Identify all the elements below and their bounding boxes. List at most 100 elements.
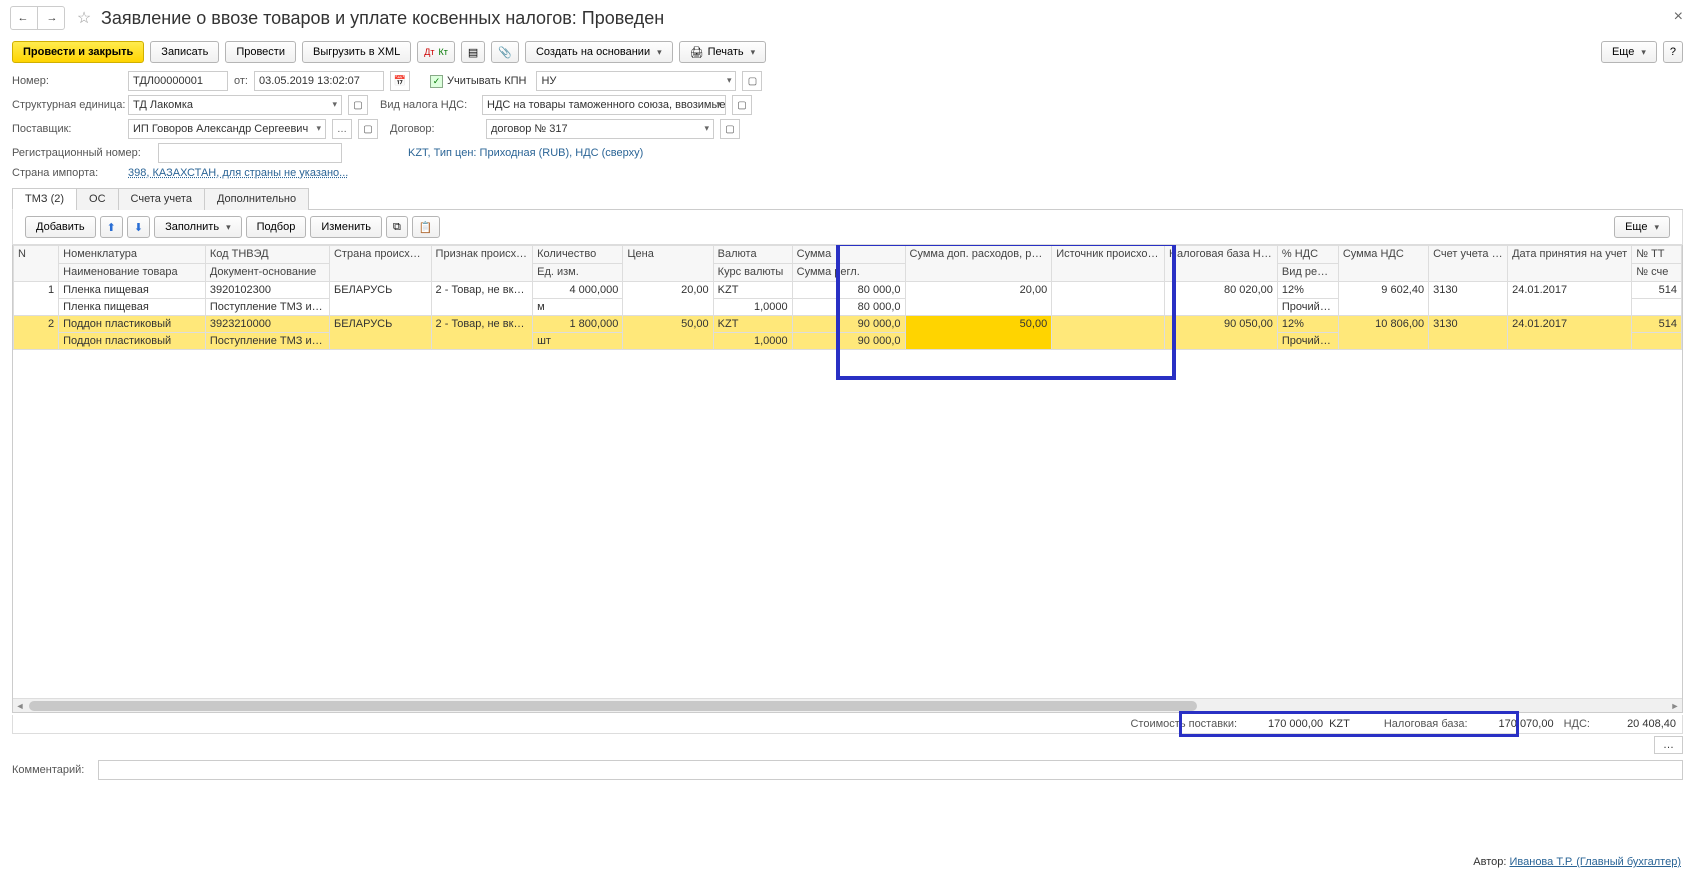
- hdr-nomen[interactable]: Номенклатура: [59, 246, 206, 264]
- org-select[interactable]: ТД Лакомка: [128, 95, 342, 115]
- hdr-rate[interactable]: Курс валюты: [713, 264, 792, 282]
- post-button[interactable]: Провести: [225, 41, 296, 63]
- supplier-open-icon[interactable]: ▢: [358, 119, 378, 139]
- vat-label: НДС:: [1564, 718, 1590, 730]
- hdr-ntt[interactable]: № ТТ: [1632, 246, 1682, 264]
- contract-hint: KZT, Тип цен: Приходная (RUB), НДС (свер…: [408, 147, 643, 159]
- back-button[interactable]: ←: [11, 7, 35, 29]
- nu-select[interactable]: НУ: [536, 71, 736, 91]
- printer-icon: 🖨: [690, 46, 704, 59]
- comment-label: Комментарий:: [12, 764, 92, 776]
- number-input[interactable]: ТДЛ00000001: [128, 71, 228, 91]
- vat-type-select[interactable]: НДС на товары таможенного союза, ввозимы…: [482, 95, 726, 115]
- copy-icon: ⧉: [393, 221, 401, 234]
- table-row[interactable]: 1Пленка пищевая3920102300БЕЛАРУСЬ2 - Тов…: [14, 282, 1682, 299]
- tab-tmz[interactable]: ТМЗ (2): [12, 188, 77, 210]
- edit-button[interactable]: Изменить: [310, 216, 382, 238]
- forward-button[interactable]: →: [40, 7, 64, 29]
- supplier-select[interactable]: ИП Говоров Александр Сергеевич: [128, 119, 326, 139]
- vat-type-label: Вид налога НДС:: [380, 99, 476, 111]
- contract-label: Договор:: [390, 123, 480, 135]
- nav-arrows: ← →: [10, 6, 65, 30]
- contract-select[interactable]: договор № 317: [486, 119, 714, 139]
- vat-type-open-icon[interactable]: ▢: [732, 95, 752, 115]
- table-row[interactable]: 2Поддон пластиковый3923210000БЕЛАРУСЬ2 -…: [14, 316, 1682, 333]
- hdr-base[interactable]: Налоговая база НДС: [1165, 246, 1278, 282]
- move-down-button[interactable]: ⬇: [127, 216, 150, 238]
- hdr-sum[interactable]: Сумма: [792, 246, 905, 264]
- help-button[interactable]: ?: [1663, 41, 1683, 63]
- org-label: Структурная единица:: [12, 99, 122, 111]
- country-label: Страна импорта:: [12, 167, 122, 179]
- hdr-pct[interactable]: % НДС: [1277, 246, 1338, 264]
- post-and-close-button[interactable]: Провести и закрыть: [12, 41, 144, 63]
- calendar-icon[interactable]: 📅: [390, 71, 410, 91]
- hdr-real[interactable]: Вид реализации (НДС): [1277, 264, 1338, 282]
- hdr-uom[interactable]: Ед. изм.: [533, 264, 623, 282]
- taxbase-value: 170 070,00: [1474, 718, 1554, 730]
- number-label: Номер:: [12, 75, 122, 87]
- report-button[interactable]: ▤: [461, 41, 485, 63]
- hdr-sumvat[interactable]: Сумма НДС: [1338, 246, 1428, 282]
- country-link[interactable]: 398, КАЗАХСТАН, для страны не указано...: [128, 167, 348, 179]
- totals-bar: Стоимость поставки:170 000,00KZT Налогов…: [12, 715, 1683, 734]
- kpn-checkbox[interactable]: ✓Учитывать КПН: [430, 75, 527, 88]
- hdr-cur[interactable]: Валюта: [713, 246, 792, 264]
- hdr-doc[interactable]: Документ-основание: [205, 264, 329, 282]
- close-icon[interactable]: ×: [1674, 8, 1683, 26]
- paste-button[interactable]: 📋: [412, 216, 440, 238]
- grid-toolbar: Добавить ⬆ ⬇ Заполнить Подбор Изменить ⧉…: [12, 210, 1683, 245]
- main-toolbar: Провести и закрыть Записать Провести Выг…: [0, 35, 1695, 69]
- hdr-sign[interactable]: Признак происхождения: [431, 246, 533, 282]
- hdr-n[interactable]: N: [14, 246, 59, 282]
- hdr-country[interactable]: Страна происхождения: [329, 246, 431, 282]
- attach-button[interactable]: 📎: [491, 41, 519, 63]
- hdr-qty[interactable]: Количество: [533, 246, 623, 264]
- hdr-src[interactable]: Источник происхождения: [1052, 246, 1165, 282]
- vat-value: 20 408,40: [1596, 718, 1676, 730]
- more-button[interactable]: Еще: [1601, 41, 1657, 63]
- attachment-icon: 📎: [498, 46, 512, 59]
- from-label: от:: [234, 75, 248, 87]
- hdr-nsch[interactable]: № сче: [1632, 264, 1682, 282]
- contract-open-icon[interactable]: ▢: [720, 119, 740, 139]
- export-xml-button[interactable]: Выгрузить в XML: [302, 41, 411, 63]
- author-link[interactable]: Иванова Т.Р. (Главный бухгалтер): [1510, 856, 1682, 868]
- tab-accounts[interactable]: Счета учета: [118, 188, 205, 210]
- grid-more-button[interactable]: Еще: [1614, 216, 1670, 238]
- tabs: ТМЗ (2) ОС Счета учета Дополнительно: [12, 187, 1683, 210]
- fill-button[interactable]: Заполнить: [154, 216, 242, 238]
- tab-additional[interactable]: Дополнительно: [204, 188, 309, 210]
- grid-scrollbar[interactable]: ◄►: [13, 698, 1682, 712]
- comment-input[interactable]: [98, 760, 1683, 780]
- favorite-icon[interactable]: ☆: [73, 7, 95, 29]
- create-based-button[interactable]: Создать на основании: [525, 41, 673, 63]
- org-open-icon[interactable]: ▢: [348, 95, 368, 115]
- hdr-name[interactable]: Наименование товара: [59, 264, 206, 282]
- pick-button[interactable]: Подбор: [246, 216, 307, 238]
- hdr-acct[interactable]: Счет учета НДС: [1429, 246, 1508, 282]
- hdr-price[interactable]: Цена: [623, 246, 713, 282]
- date-input[interactable]: 03.05.2019 13:02:07: [254, 71, 384, 91]
- print-button[interactable]: 🖨Печать: [679, 41, 767, 63]
- regnum-input[interactable]: [158, 143, 342, 163]
- save-button[interactable]: Записать: [150, 41, 219, 63]
- grid: N Номенклатура Код ТНВЭД Страна происхож…: [12, 245, 1683, 713]
- author-block: Автор: Иванова Т.Р. (Главный бухгалтер): [1473, 856, 1681, 868]
- ellipsis-button[interactable]: …: [1654, 736, 1683, 754]
- supplier-ellipsis[interactable]: …: [332, 119, 352, 139]
- delivery-value: 170 000,00: [1243, 718, 1323, 730]
- add-row-button[interactable]: Добавить: [25, 216, 96, 238]
- move-up-button[interactable]: ⬆: [100, 216, 123, 238]
- hdr-extra[interactable]: Сумма доп. расходов, регл.: [905, 246, 1052, 282]
- arrow-up-icon: ⬆: [107, 221, 116, 234]
- dtkt-button[interactable]: ДтКт: [417, 41, 455, 63]
- delivery-label: Стоимость поставки:: [1130, 718, 1237, 730]
- hdr-sumreg[interactable]: Сумма регл.: [792, 264, 905, 282]
- hdr-accdate[interactable]: Дата принятия на учет: [1508, 246, 1632, 282]
- nu-open-icon[interactable]: ▢: [742, 71, 762, 91]
- page-title: Заявление о ввозе товаров и уплате косве…: [101, 8, 664, 29]
- tab-os[interactable]: ОС: [76, 188, 119, 210]
- hdr-tnved[interactable]: Код ТНВЭД: [205, 246, 329, 264]
- copy-button[interactable]: ⧉: [386, 216, 408, 238]
